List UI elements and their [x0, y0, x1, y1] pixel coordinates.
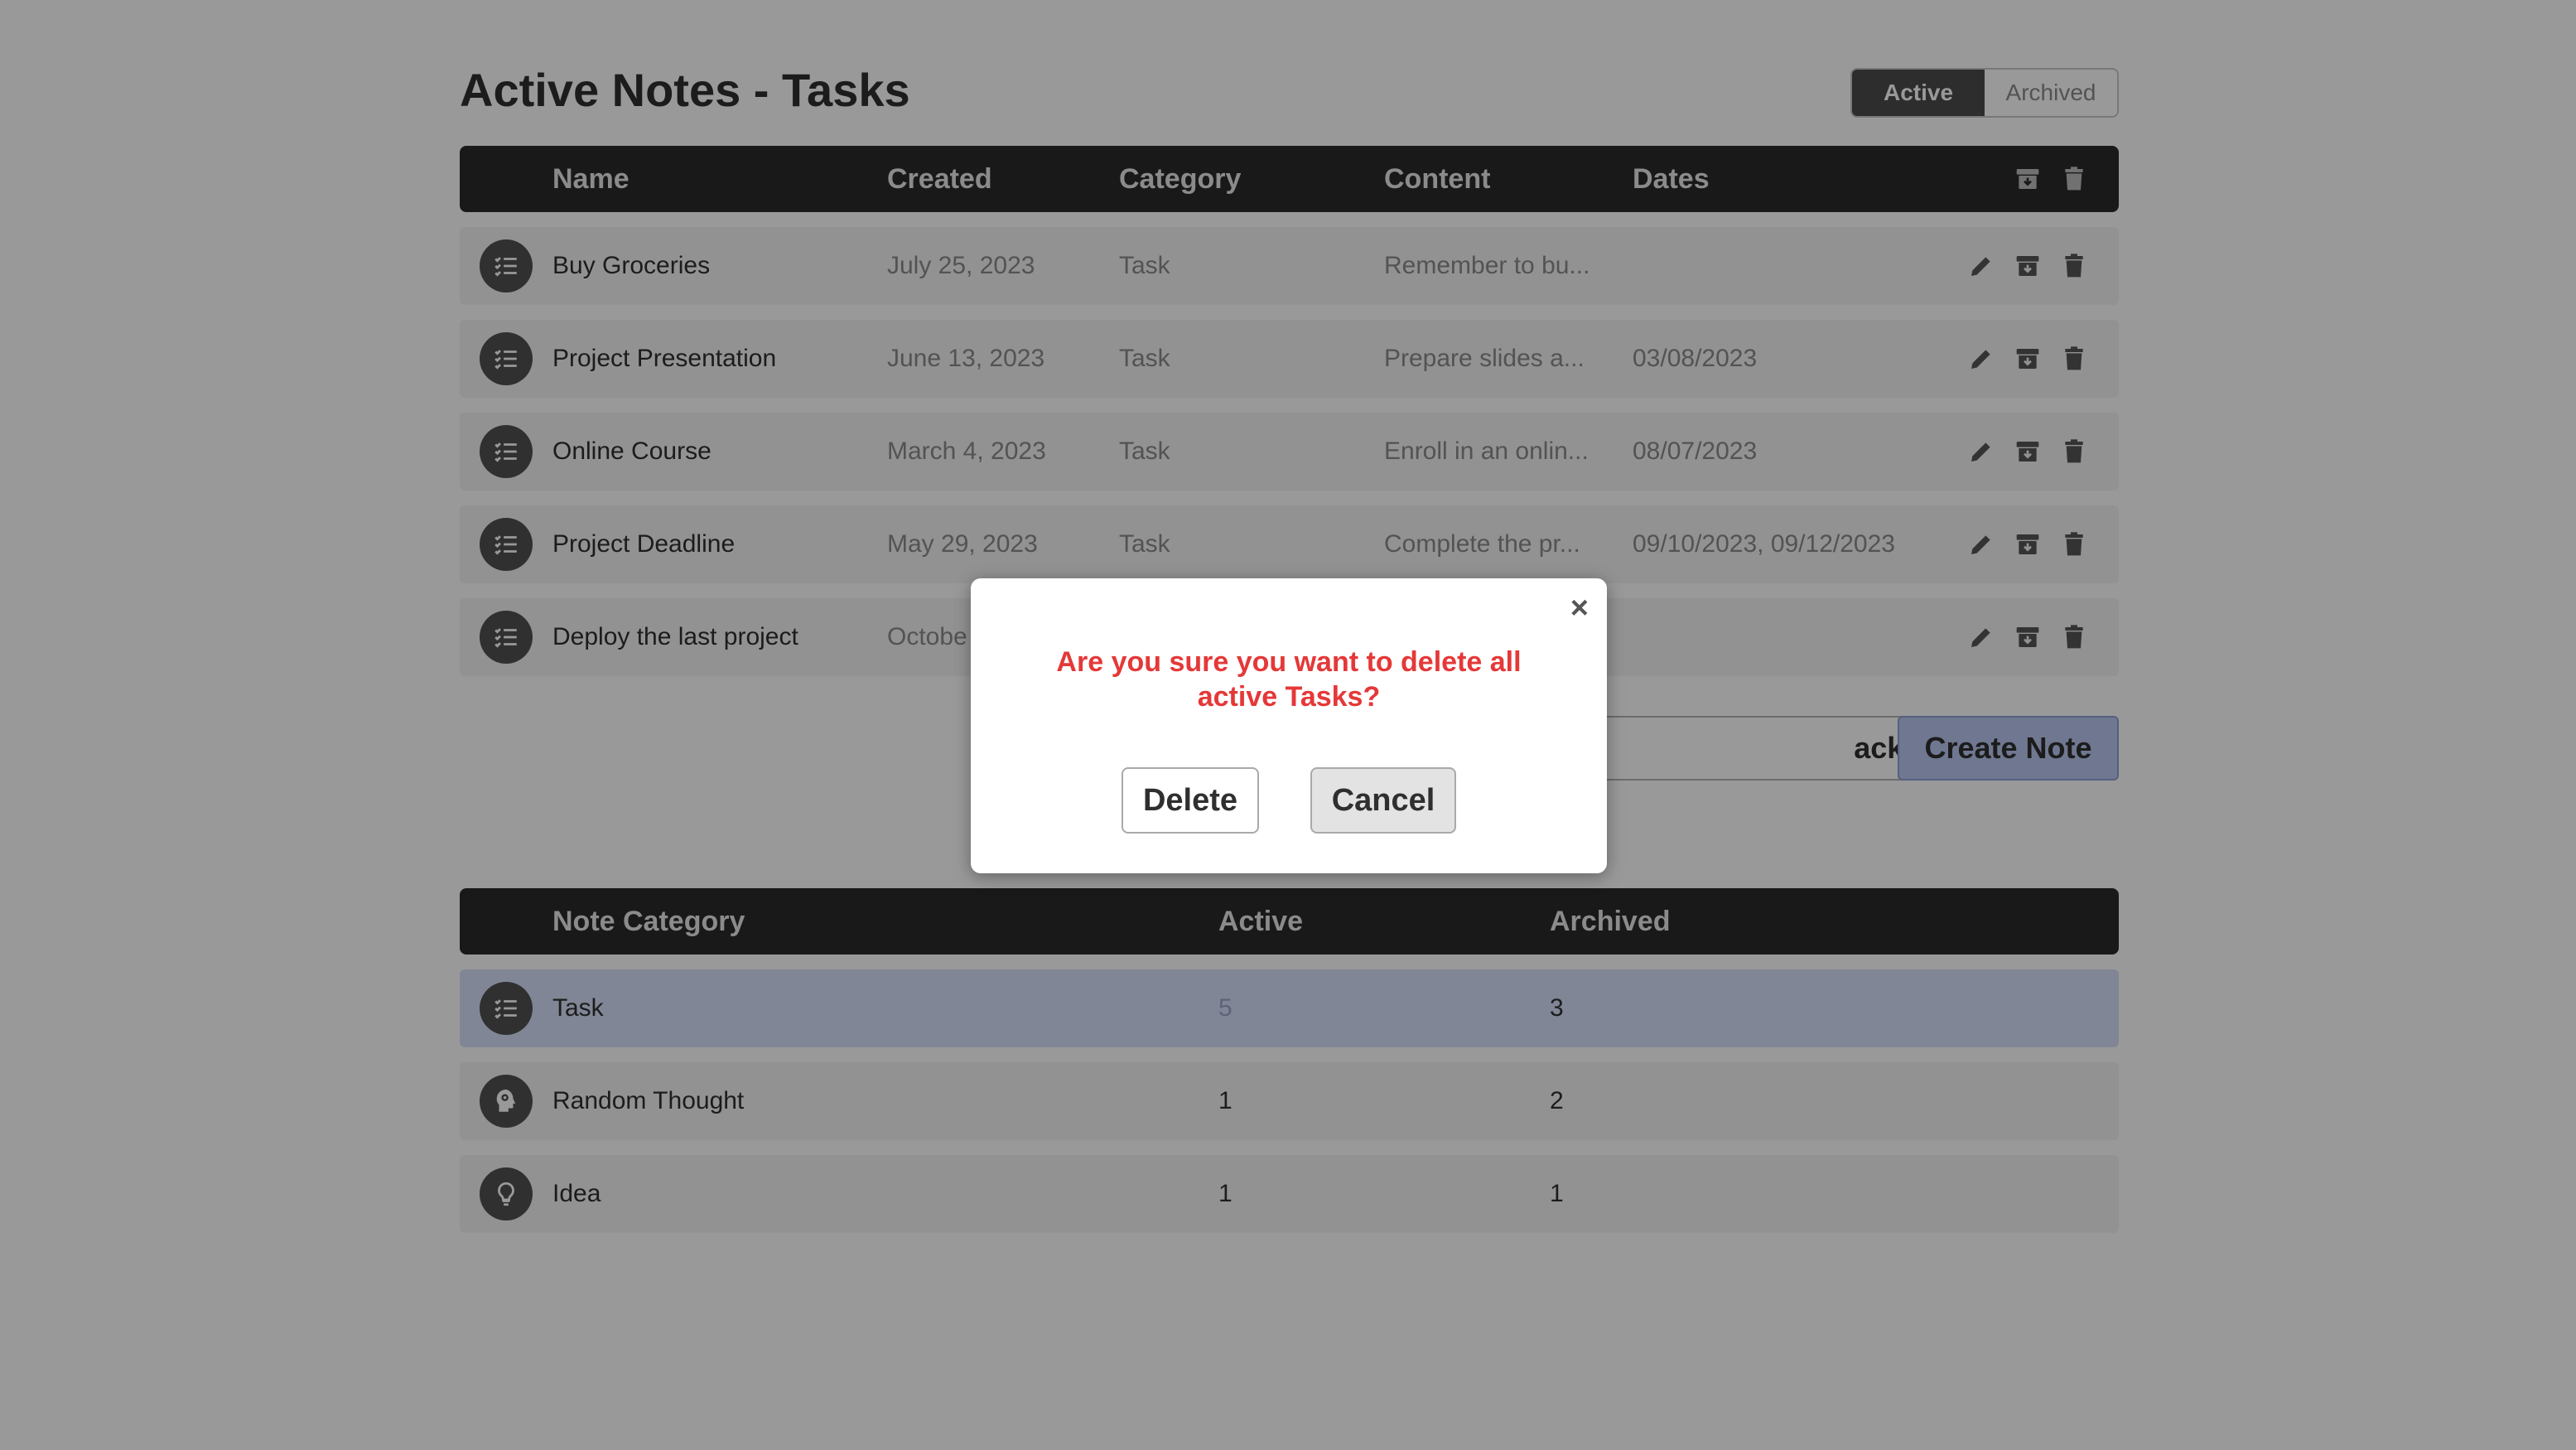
confirm-delete-dialog: × Are you sure you want to delete all ac… — [971, 578, 1607, 873]
delete-button[interactable]: Delete — [1122, 767, 1259, 834]
close-icon[interactable]: × — [1570, 590, 1589, 626]
cancel-button[interactable]: Cancel — [1310, 767, 1456, 834]
confirm-message: Are you sure you want to delete all acti… — [1056, 646, 1522, 713]
